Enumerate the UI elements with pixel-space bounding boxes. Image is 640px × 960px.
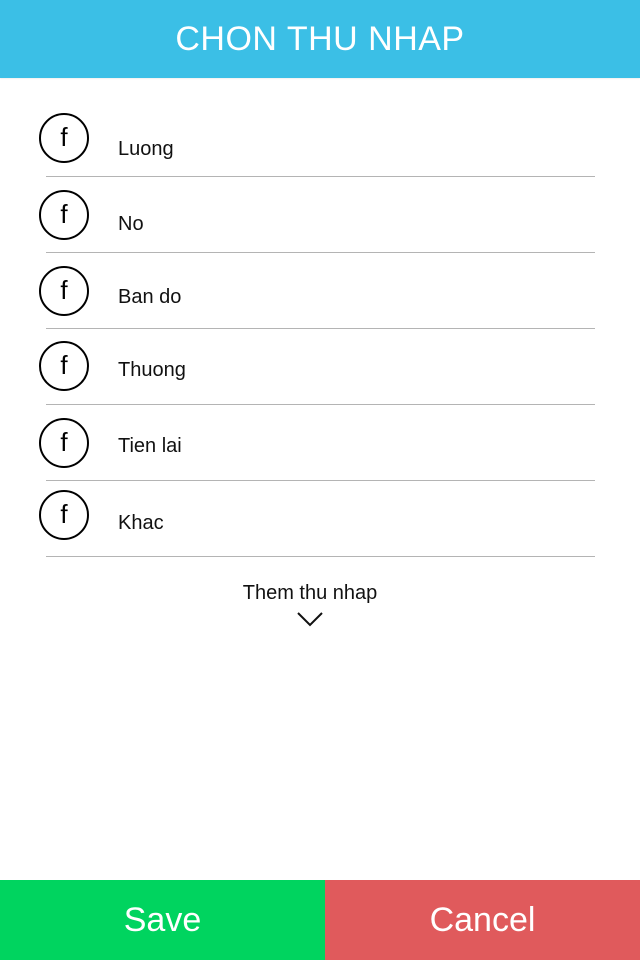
list-item-thuong[interactable]: f Thuong bbox=[0, 328, 640, 405]
facebook-icon: f bbox=[39, 266, 89, 316]
facebook-icon: f bbox=[39, 190, 89, 240]
facebook-icon: f bbox=[39, 418, 89, 468]
chevron-down-icon bbox=[297, 612, 323, 627]
facebook-icon: f bbox=[39, 490, 89, 540]
list-item-no[interactable]: f No bbox=[0, 176, 640, 253]
add-income-label: Them thu nhap bbox=[242, 582, 378, 604]
add-income-toggle[interactable]: Them thu nhap bbox=[0, 582, 620, 627]
facebook-icon: f bbox=[39, 113, 89, 163]
list-item-khac[interactable]: f Khac bbox=[0, 480, 640, 557]
list-item-label: Khac bbox=[118, 512, 164, 534]
choose-income-screen: CHON THU NHAP f Luong f No f Ban do f Th… bbox=[0, 0, 640, 960]
facebook-icon: f bbox=[39, 341, 89, 391]
list-item-label: Luong bbox=[118, 138, 174, 160]
footer-actions: Save Cancel bbox=[0, 880, 640, 960]
page-title: CHON THU NHAP bbox=[175, 19, 465, 58]
list-item-ban-do[interactable]: f Ban do bbox=[0, 252, 640, 329]
divider bbox=[46, 556, 595, 557]
save-button[interactable]: Save bbox=[0, 880, 325, 960]
list-item-label: Thuong bbox=[118, 359, 186, 381]
list-item-luong[interactable]: f Luong bbox=[0, 78, 640, 177]
header-bar: CHON THU NHAP bbox=[0, 0, 640, 78]
list-item-tien-lai[interactable]: f Tien lai bbox=[0, 404, 640, 481]
list-item-label: Tien lai bbox=[118, 435, 182, 457]
list-item-label: Ban do bbox=[118, 286, 182, 308]
cancel-button[interactable]: Cancel bbox=[325, 880, 640, 960]
list-item-label: No bbox=[118, 213, 144, 235]
